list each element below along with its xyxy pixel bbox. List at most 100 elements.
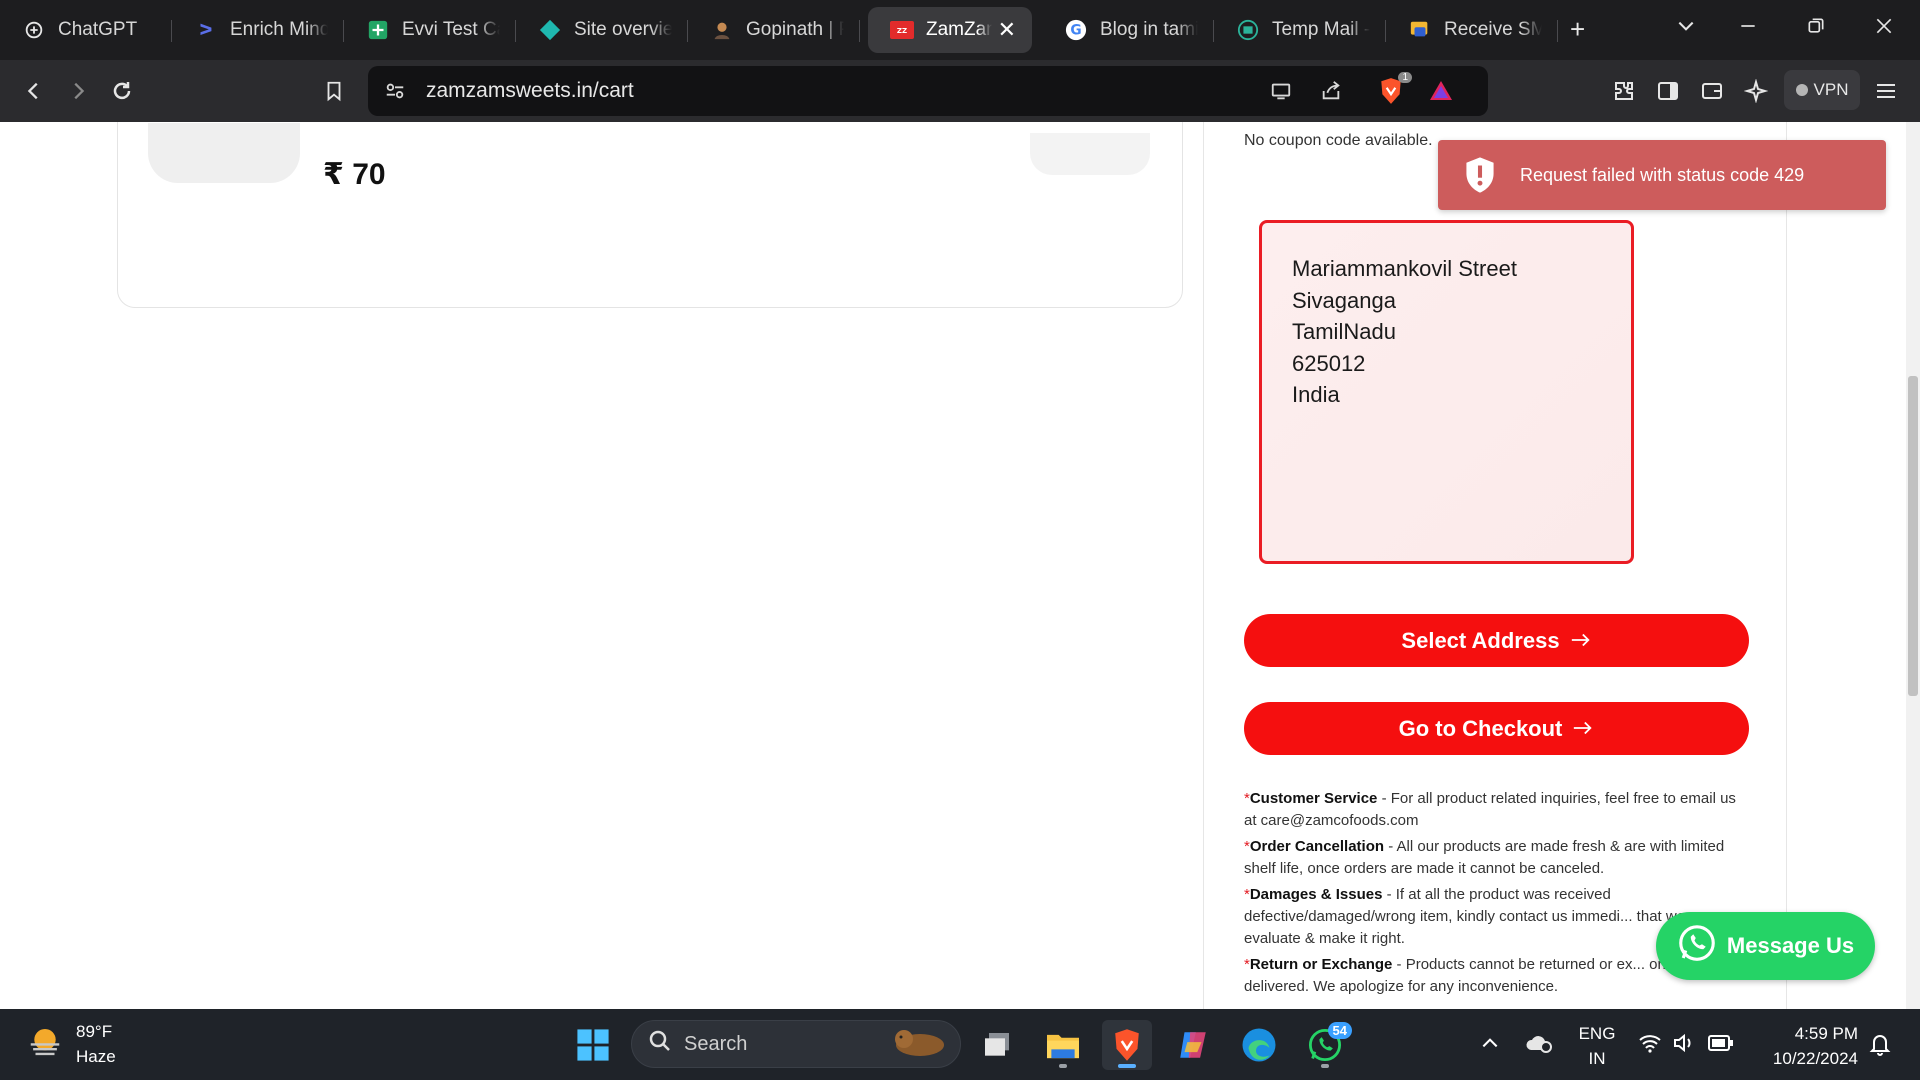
policy-title: Order Cancellation (1249, 838, 1385, 855)
bookmark-icon[interactable] (314, 71, 354, 111)
tray-overflow-chevron-icon[interactable] (1480, 1033, 1500, 1058)
language-code: ENG (1578, 1024, 1616, 1043)
brave-rewards-icon[interactable] (1426, 76, 1456, 106)
leo-ai-icon[interactable] (1736, 71, 1776, 111)
product-price: ₹ 70 (323, 158, 386, 191)
whatsapp-icon (1677, 923, 1717, 969)
tab-label: Gopinath | P (746, 19, 844, 40)
scrollbar-thumb[interactable] (1908, 376, 1918, 696)
brave-shields-icon[interactable]: 1 (1376, 72, 1412, 106)
tab-temp-mail[interactable]: Temp Mail - (1214, 7, 1386, 53)
input-language-indicator[interactable]: ENG IN (1575, 1021, 1619, 1071)
address-bar[interactable]: zamzamsweets.in/cart 1 (368, 66, 1488, 116)
system-clock[interactable]: 4:59 PM 10/22/2024 (1748, 1021, 1858, 1071)
search-placeholder: Search (684, 1032, 748, 1055)
edge-browser-icon[interactable] (1234, 1020, 1284, 1070)
wifi-icon[interactable] (1638, 1032, 1662, 1059)
copilot-icon[interactable] (1168, 1020, 1218, 1070)
weather-description: Haze (76, 1047, 116, 1066)
policy-title: Damages & Issues (1249, 886, 1383, 903)
address-country: India (1292, 382, 1340, 407)
volume-icon[interactable] (1672, 1032, 1696, 1059)
policy-item-order-cancellation: *Order Cancellation - All our products a… (1244, 836, 1744, 880)
cast-icon[interactable] (1266, 76, 1296, 106)
checkout-label: Go to Checkout (1398, 715, 1563, 741)
product-image (148, 123, 300, 183)
select-address-label: Select Address (1401, 627, 1560, 653)
search-highlight-otter-icon (890, 1023, 948, 1065)
tab-enrich-minds[interactable]: ᐳ Enrich Minds (172, 7, 344, 53)
quantity-stepper[interactable] (1030, 133, 1150, 175)
menu-hamburger-icon[interactable] (1866, 71, 1906, 111)
message-us-label: Message Us (1726, 933, 1855, 958)
clock-date: 10/22/2024 (1772, 1049, 1858, 1068)
new-tab-button[interactable]: + (1570, 14, 1585, 45)
svg-text:G: G (1070, 23, 1081, 39)
clock-time: 4:59 PM (1794, 1024, 1858, 1043)
zamzam-icon: ZZ (890, 18, 914, 42)
windows-taskbar: 89°F Haze Search 54 ENG IN 4:59 PM 10/22… (0, 1009, 1920, 1080)
extensions-puzzle-icon[interactable] (1604, 71, 1644, 111)
whatsapp-taskbar-icon[interactable]: 54 (1300, 1020, 1352, 1070)
tab-label: ZamZam (926, 19, 992, 40)
notification-bell-icon[interactable] (1868, 1031, 1892, 1062)
tab-label: Blog in tamil (1100, 19, 1198, 40)
tab-zamzam[interactable]: ZZ ZamZam ✕ (868, 7, 1032, 53)
cart-item-card: ₹ 70 (117, 122, 1183, 308)
tab-site-overview[interactable]: Site overview (516, 7, 688, 53)
taskbar-search-box[interactable]: Search (631, 1020, 961, 1068)
address-city: Sivaganga (1292, 287, 1396, 313)
tab-chatgpt[interactable]: ChatGPT (0, 7, 172, 53)
share-icon[interactable] (1316, 76, 1346, 106)
task-view-icon[interactable] (972, 1020, 1022, 1070)
back-arrow-icon[interactable] (14, 71, 54, 111)
arrow-right-icon (1572, 716, 1594, 742)
brave-browser-taskbar-icon[interactable] (1102, 1020, 1152, 1070)
onedrive-cloud-icon[interactable] (1524, 1031, 1554, 1060)
notification-badge: 54 (1327, 1022, 1352, 1039)
url-text[interactable]: zamzamsweets.in/cart (426, 79, 634, 103)
address-card[interactable]: Mariammankovil Street Sivaganga TamilNad… (1259, 220, 1634, 564)
weather-haze-icon (26, 1023, 64, 1066)
tab-evvi-test-cases[interactable]: Evvi Test Cases (344, 7, 516, 53)
error-toast[interactable]: Request failed with status code 429 (1438, 140, 1886, 210)
sidebar-toggle-icon[interactable] (1648, 71, 1688, 111)
reload-icon[interactable] (102, 71, 142, 111)
policy-title: Return or Exchange (1249, 956, 1393, 973)
close-tab-icon[interactable]: ✕ (998, 17, 1016, 43)
enrich-minds-icon: ᐳ (199, 22, 213, 39)
restore-window-icon[interactable] (1806, 16, 1826, 36)
tab-gopinath[interactable]: Gopinath | P (688, 7, 860, 53)
page-scrollbar[interactable] (1906, 122, 1920, 1009)
go-to-checkout-button[interactable]: Go to Checkout (1244, 702, 1749, 755)
tab-label: Temp Mail - (1272, 19, 1370, 40)
site-settings-icon[interactable] (380, 76, 410, 106)
shield-alert-icon (1460, 155, 1500, 195)
tab-receive-sms[interactable]: Receive SMS (1386, 7, 1558, 53)
file-explorer-icon[interactable] (1038, 1020, 1088, 1070)
forward-arrow-icon[interactable] (58, 71, 98, 111)
minimize-window-icon[interactable] (1738, 16, 1758, 36)
tab-search-chevron-icon[interactable] (1676, 16, 1696, 36)
whatsapp-message-us-button[interactable]: Message Us (1656, 912, 1875, 980)
wallet-icon[interactable] (1692, 71, 1732, 111)
svg-text:ZZ: ZZ (897, 27, 907, 35)
browser-tab-bar: ChatGPT ᐳ Enrich Minds Evvi Test Cases S… (0, 0, 1920, 60)
running-indicator (1118, 1064, 1136, 1068)
address-pincode: 625012 (1292, 350, 1366, 376)
close-window-icon[interactable] (1874, 16, 1894, 36)
address-street: Mariammankovil Street (1292, 256, 1517, 281)
coupon-status-text: No coupon code available. (1244, 132, 1433, 149)
vpn-status-dot-icon (1795, 84, 1808, 96)
start-button[interactable] (568, 1020, 618, 1070)
weather-widget[interactable]: 89°F Haze (26, 1019, 116, 1069)
running-indicator (1321, 1064, 1329, 1068)
vpn-button[interactable]: VPN (1784, 70, 1860, 110)
battery-icon[interactable] (1708, 1033, 1734, 1058)
tab-blog-in-tamil[interactable]: G Blog in tamil (1042, 7, 1214, 53)
tab-label: Site overview (574, 19, 672, 40)
tab-label: ChatGPT (58, 19, 138, 40)
select-address-button[interactable]: Select Address (1244, 614, 1749, 667)
vpn-label: VPN (1813, 80, 1849, 99)
site-diamond-icon (538, 18, 562, 42)
